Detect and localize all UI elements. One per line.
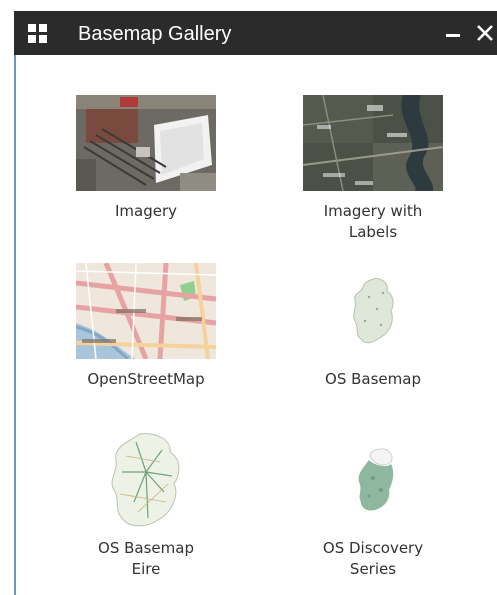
labelled-imagery-thumbnail	[303, 95, 443, 191]
basemap-gallery-panel: Basemap Gallery Imagery Imagery with Lab…	[0, 0, 497, 595]
ireland-outline-thumbnail	[303, 263, 443, 359]
basemap-item-imagery-with-labels[interactable]: Imagery with Labels	[298, 95, 448, 243]
basemap-label: OS Basemap Eire	[98, 539, 194, 578]
panel-header: Basemap Gallery	[14, 11, 497, 55]
aerial-imagery-thumbnail	[76, 95, 216, 191]
basemap-item-os-basemap-eire[interactable]: OS Basemap Eire	[71, 432, 221, 580]
close-icon	[477, 25, 493, 41]
basemap-label: OS Basemap	[325, 370, 421, 388]
ireland-roads-thumbnail	[76, 432, 216, 528]
basemap-label: OS Discovery Series	[322, 539, 424, 578]
basemap-item-imagery[interactable]: Imagery	[71, 95, 221, 222]
minimize-button[interactable]	[443, 19, 465, 47]
street-map-thumbnail	[76, 263, 216, 359]
basemap-item-openstreetmap[interactable]: OpenStreetMap	[71, 263, 221, 390]
grid-icon	[28, 24, 48, 44]
basemap-item-os-basemap[interactable]: OS Basemap	[298, 263, 448, 390]
close-button[interactable]	[473, 19, 497, 47]
basemap-label: Imagery with Labels	[323, 202, 423, 241]
panel-left-border	[14, 55, 16, 595]
basemap-label: OpenStreetMap	[87, 370, 205, 388]
panel-title: Basemap Gallery	[78, 23, 232, 45]
minimize-icon	[446, 34, 460, 37]
ireland-discovery-thumbnail	[303, 432, 443, 528]
basemap-label: Imagery	[114, 202, 178, 220]
basemap-item-os-discovery-series[interactable]: OS Discovery Series	[298, 432, 448, 580]
